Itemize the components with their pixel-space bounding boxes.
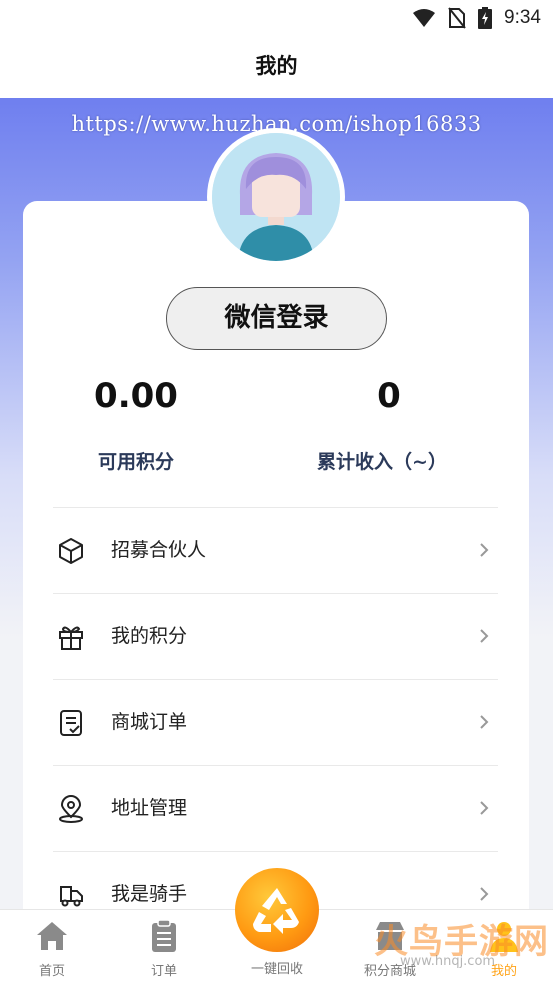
chevron-right-icon [480,629,489,643]
total-income-value: 0 [377,376,401,416]
nav-label: 积分商城 [363,964,416,979]
menu-item-mall-orders[interactable]: 商城订单 [53,679,498,765]
page-title: 我的 [255,54,298,78]
wifi-icon [413,9,436,27]
status-icons: 9:34 [412,7,541,29]
nav-label: 首页 [38,964,65,979]
title-bar: 我的 [0,36,553,98]
menu-item-label: 招募合伙人 [111,539,207,561]
menu-item-my-points[interactable]: 我的积分 [53,593,498,679]
no-sim-icon [448,7,466,29]
status-time: 9:34 [504,7,541,28]
box-icon [59,538,83,564]
menu-item-recruit-partner[interactable]: 招募合伙人 [53,507,498,593]
home-icon [37,922,67,950]
one-click-recycle-button[interactable] [235,868,319,952]
nav-item-home[interactable]: 首页 [2,910,102,983]
location-pin-icon [59,795,83,823]
available-points-value: 0.00 [94,376,178,416]
total-income-label: 累计收入（~） [317,451,447,473]
user-icon [490,922,518,952]
recycle-icon [253,888,299,934]
delivery-truck-icon [60,886,83,907]
menu-item-label: 商城订单 [111,711,188,733]
chevron-right-icon [480,715,489,729]
menu-item-label: 我的积分 [111,625,188,647]
nav-label: 订单 [150,964,177,979]
nav-item-orders[interactable]: 订单 [114,910,214,983]
chevron-right-icon [480,543,489,557]
avatar[interactable] [207,128,345,266]
chevron-right-icon [480,887,489,901]
nav-item-points-mall[interactable]: 积分商城 [340,910,440,983]
recycle-label: 一键回收 [250,962,303,977]
chevron-right-icon [480,801,489,815]
menu-item-address-management[interactable]: 地址管理 [53,765,498,851]
gift-icon [59,626,83,650]
available-points-label: 可用积分 [97,451,174,473]
wechat-login-button[interactable]: 微信登录 [166,287,387,350]
battery-charging-icon [478,7,493,29]
avatar-illustration-icon [212,133,340,261]
nav-item-mine[interactable]: 我的 [454,910,553,983]
order-list-icon [60,710,82,736]
clipboard-icon [152,919,176,952]
nav-label: 我的 [490,964,517,979]
status-bar: 9:34 [0,0,553,36]
menu-item-label: 地址管理 [111,797,188,819]
shop-icon [376,922,404,950]
